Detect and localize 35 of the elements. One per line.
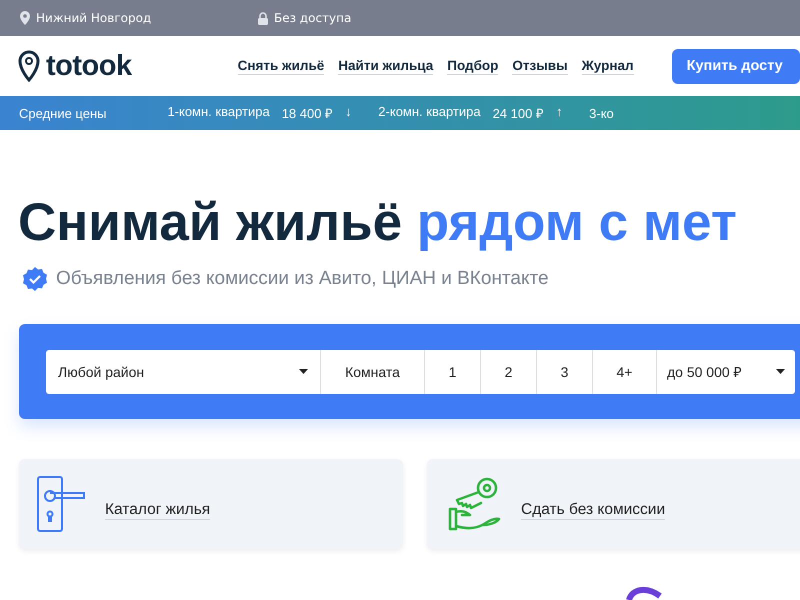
hero-title: Снимай жильё рядом с мет [18, 192, 738, 254]
nav-link[interactable]: Отзывы [512, 58, 568, 74]
nav-link[interactable]: Найти жильца [338, 58, 434, 74]
lock-icon [258, 12, 268, 24]
room-option[interactable]: 2 [481, 350, 537, 394]
hero-subtitle: Объявления без комиссии из Авито, ЦИАН и ВКонтакте [56, 268, 549, 290]
nav-link[interactable]: Подбор [447, 58, 498, 74]
pin-logo-icon [18, 50, 40, 82]
city-label[interactable]: Нижний Новгород [36, 11, 152, 25]
trend-arrow: ↓ [345, 104, 352, 121]
door-handle-icon [37, 476, 85, 532]
room-option[interactable]: 4+ [593, 350, 657, 394]
buy-access-button[interactable]: Купить досту [672, 48, 800, 84]
caret-icon [299, 369, 308, 374]
nav-link[interactable]: Снять жильё [238, 58, 324, 74]
access-status: Без доступа [274, 11, 352, 25]
apartment-type: 1-комн. квартира [167, 104, 270, 121]
caret-icon [776, 369, 785, 374]
apartment-type: 3-ко [589, 106, 614, 120]
link-card[interactable]: Сдать без комиссии [427, 459, 800, 549]
average-price: 18 400 ₽ [282, 105, 334, 122]
district-dropdown[interactable]: Любой район [46, 350, 321, 394]
nav-link[interactable]: Журнал [582, 58, 634, 74]
room-option[interactable]: 1 [425, 350, 481, 394]
price-bar-label: Средние цены [19, 106, 108, 120]
price-dropdown[interactable]: до 50 000 ₽ [657, 350, 795, 394]
room-option[interactable]: Комната [321, 350, 425, 394]
average-price: 24 100 ₽ [492, 105, 544, 122]
trend-arrow: ↑ [556, 104, 562, 121]
location-pin-icon [20, 11, 30, 25]
link-card[interactable]: Каталог жилья [19, 459, 403, 549]
verified-badge-icon [22, 266, 48, 292]
apartment-type: 2-комн. квартира [378, 104, 481, 121]
room-option[interactable]: 3 [537, 350, 593, 394]
logo-text[interactable]: totook [46, 50, 132, 82]
